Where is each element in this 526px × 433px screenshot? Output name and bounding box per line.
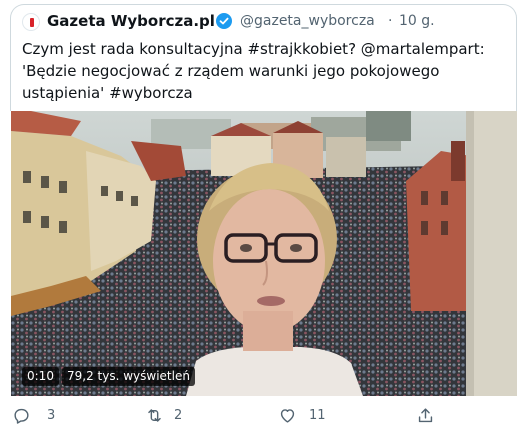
like-icon [280, 408, 295, 423]
share-button[interactable] [416, 404, 435, 426]
tweet-text-line: Czym jest rada konsultacyjna #strajkkobi… [22, 40, 485, 58]
tweet-text-line: 'Będzie negocjować z rządem warunki jego… [22, 62, 440, 80]
video-player[interactable] [11, 111, 517, 396]
like-button[interactable]: 11 [278, 404, 326, 426]
author-handle[interactable]: @gazeta_wyborcza [240, 13, 375, 29]
tweet-text: Czym jest rada konsultacyjna #strajkkobi… [22, 38, 512, 104]
author-name[interactable]: Gazeta Wyborcza.pl [47, 12, 215, 30]
gazeta-logo-icon [30, 18, 34, 27]
reply-icon [14, 408, 29, 424]
retweet-icon [148, 408, 161, 422]
retweet-button[interactable]: 2 [145, 404, 182, 426]
reply-count: 3 [47, 407, 56, 423]
tweet-actions: 3 2 11 [0, 404, 526, 426]
tweet-timestamp[interactable]: 10 g. [399, 13, 435, 29]
separator-dot: · [388, 13, 393, 29]
reply-button[interactable]: 3 [12, 404, 55, 426]
video-duration-badge: 0:10 [22, 367, 59, 386]
video-views-badge: 79,2 tys. wyświetleń [62, 367, 195, 386]
retweet-count: 2 [174, 407, 183, 423]
author-avatar[interactable] [22, 13, 40, 31]
video-frame-image [11, 111, 517, 396]
tweet-text-line: ustąpienia' #wyborcza [22, 84, 193, 102]
share-icon [418, 407, 433, 422]
like-count: 11 [309, 407, 326, 423]
verified-badge-icon [216, 13, 232, 29]
